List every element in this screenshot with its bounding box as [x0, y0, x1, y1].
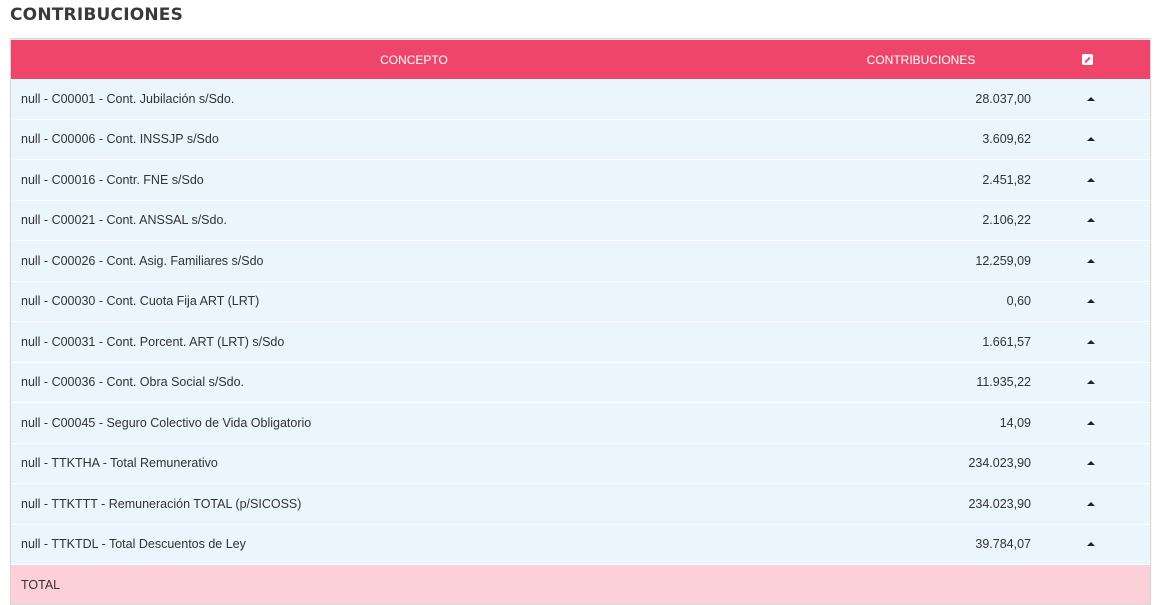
- row-contribution-value: 11.935,22: [976, 375, 1031, 390]
- caret-up-icon[interactable]: [1086, 218, 1095, 223]
- row-contribution-value: 12.259,09: [975, 253, 1031, 268]
- caret-up-icon[interactable]: [1086, 258, 1095, 263]
- total-label: TOTAL: [21, 577, 61, 592]
- row-concept: null - C00045 - Seguro Colectivo de Vida…: [21, 415, 312, 430]
- table-row: null - C00016 - Contr. FNE s/Sdo 2.451,82: [11, 160, 1150, 201]
- caret-up-icon[interactable]: [1086, 461, 1095, 466]
- page-title: CONTRIBUCIONES: [10, 5, 184, 25]
- row-contribution-value: 39.784,07: [975, 537, 1031, 552]
- row-contribution-value: 1.661,57: [982, 334, 1031, 349]
- table-header: CONCEPTO CONTRIBUCIONES: [11, 39, 1150, 79]
- row-concept: null - C00006 - Cont. INSSJP s/Sdo: [21, 132, 219, 147]
- caret-up-icon[interactable]: [1086, 339, 1095, 344]
- table-row: null - TTKTHA - Total Remunerativo 234.02…: [11, 443, 1150, 484]
- row-concept: null - C00001 - Cont. Jubilación s/Sdo.: [21, 91, 235, 106]
- header-contribuciones: CONTRIBUCIONES: [866, 52, 976, 67]
- row-concept: null - C00021 - Cont. ANSSAL s/Sdo.: [21, 213, 227, 228]
- row-contribution-value: 234.023,90: [968, 456, 1031, 471]
- table-row: null - C00021 - Cont. ANSSAL s/Sdo. 2.106…: [11, 200, 1150, 241]
- caret-up-icon[interactable]: [1086, 299, 1095, 304]
- caret-up-icon[interactable]: [1086, 420, 1095, 425]
- row-concept: null - TTKTHA - Total Remunerativo: [21, 456, 218, 471]
- table-row: null - C00001 - Cont. Jubilación s/Sdo. 2…: [11, 79, 1150, 120]
- caret-up-icon[interactable]: [1086, 542, 1095, 547]
- caret-up-icon[interactable]: [1086, 501, 1095, 506]
- table-row: null - C00026 - Cont. Asig. Familiares s…: [11, 241, 1150, 282]
- header-concept: CONCEPTO: [380, 52, 448, 67]
- row-concept: null - TTKTTT - Remuneración TOTAL (p/SI…: [21, 496, 302, 511]
- table-row: null - C00006 - Cont. INSSJP s/Sdo 3.609,…: [11, 119, 1150, 160]
- row-concept: null - C00016 - Contr. FNE s/Sdo: [21, 172, 204, 187]
- row-concept: null - C00036 - Cont. Obra Social s/Sdo.: [21, 375, 245, 390]
- row-contribution-value: 234.023,90: [968, 496, 1031, 511]
- table-row: null - C00031 - Cont. Porcent. ART (LRT)…: [11, 322, 1150, 363]
- row-concept: null - C00030 - Cont. Cuota Fija ART (LR…: [21, 294, 260, 309]
- row-concept: null - C00031 - Cont. Porcent. ART (LRT)…: [21, 334, 285, 349]
- row-contribution-value: 3.609,62: [982, 132, 1031, 147]
- table-row: null - C00036 - Cont. Obra Social s/Sdo.…: [11, 362, 1150, 403]
- row-contribution-value: 0,60: [1006, 294, 1031, 309]
- caret-up-icon[interactable]: [1086, 380, 1095, 385]
- contributions-table: CONCEPTO CONTRIBUCIONES null - C00001 - …: [10, 38, 1151, 605]
- caret-up-icon[interactable]: [1086, 177, 1095, 182]
- total-row: TOTAL: [11, 565, 1150, 604]
- caret-up-icon[interactable]: [1086, 96, 1095, 101]
- edit-icon[interactable]: [1082, 54, 1093, 65]
- table-row: null - TTKTTT - Remuneración TOTAL (p/SI…: [11, 484, 1150, 525]
- row-contribution-value: 14,09: [999, 415, 1031, 430]
- row-concept: null - TTKTDL - Total Descuentos de Ley: [21, 537, 246, 552]
- row-concept: null - C00026 - Cont. Asig. Familiares s…: [21, 253, 264, 268]
- row-contribution-value: 2.106,22: [982, 213, 1031, 228]
- row-contribution-value: 2.451,82: [982, 172, 1031, 187]
- table-row: null - C00030 - Cont. Cuota Fija ART (LR…: [11, 281, 1150, 322]
- caret-up-icon[interactable]: [1086, 137, 1095, 142]
- table-body: null - C00001 - Cont. Jubilación s/Sdo. 2…: [11, 79, 1150, 565]
- table-row: null - C00045 - Seguro Colectivo de Vida…: [11, 403, 1150, 444]
- row-contribution-value: 28.037,00: [975, 91, 1031, 106]
- table-row: null - TTKTDL - Total Descuentos de Ley 3…: [11, 524, 1150, 565]
